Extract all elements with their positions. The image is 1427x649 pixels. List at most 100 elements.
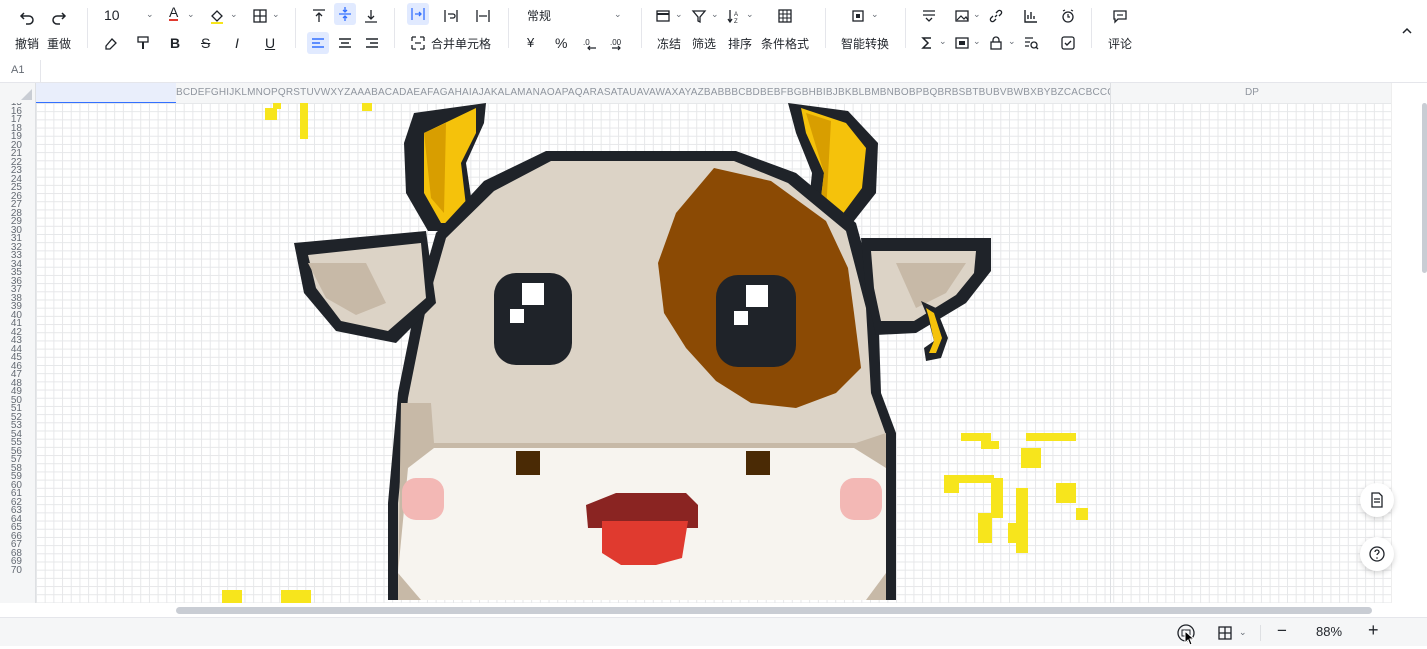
- chevron-down-icon[interactable]: ⌄: [228, 6, 238, 20]
- svg-text:Z: Z: [734, 19, 738, 24]
- sort-icon[interactable]: AZ: [725, 5, 743, 27]
- merge-cells-button[interactable]: 合并单元格: [431, 35, 491, 52]
- chevron-down-icon[interactable]: ⌄: [971, 6, 981, 20]
- font-size-select[interactable]: 10: [104, 7, 120, 23]
- zoom-out-button[interactable]: −: [1277, 621, 1287, 641]
- select-all-corner[interactable]: [0, 83, 36, 103]
- sort-button[interactable]: 排序: [728, 35, 752, 52]
- wrap-overflow-icon[interactable]: [407, 3, 429, 25]
- smart-convert-button[interactable]: 智能转换: [841, 35, 889, 52]
- lock-icon[interactable]: [987, 32, 1005, 54]
- chevron-down-icon[interactable]: ⌄: [869, 6, 879, 20]
- alarm-icon[interactable]: [1059, 5, 1077, 27]
- align-center-icon[interactable]: [334, 32, 356, 54]
- undo-icon[interactable]: [16, 6, 38, 28]
- row-height-icon[interactable]: [920, 5, 938, 27]
- merge-cells-icon[interactable]: [409, 32, 427, 54]
- cell-reference[interactable]: A1: [11, 64, 24, 76]
- freeze-icon[interactable]: [654, 5, 672, 27]
- chevron-down-icon[interactable]: ⌄: [1237, 623, 1247, 638]
- freeze-button[interactable]: 冻结: [657, 35, 681, 52]
- separator: [394, 8, 395, 48]
- sparkle-burst: [1016, 488, 1028, 553]
- align-top-icon[interactable]: [309, 5, 329, 27]
- filter-button[interactable]: 筛选: [692, 35, 716, 52]
- zoom-in-button[interactable]: +: [1368, 620, 1379, 641]
- checkbox-icon[interactable]: [1059, 32, 1077, 54]
- smart-convert-icon[interactable]: [849, 5, 867, 27]
- separator: [1091, 8, 1092, 48]
- sparkle-burst: [961, 433, 991, 441]
- chevron-down-icon[interactable]: ⌄: [185, 6, 195, 20]
- align-right-icon[interactable]: [361, 32, 383, 54]
- zoom-level[interactable]: 88%: [1316, 624, 1342, 639]
- sparkle-burst: [1008, 523, 1028, 543]
- sparkle-dot: [273, 103, 281, 109]
- column-divider: [1110, 103, 1111, 603]
- filter-icon[interactable]: [690, 5, 708, 27]
- comment-icon[interactable]: [1111, 5, 1129, 27]
- separator: [905, 8, 906, 48]
- chevron-down-icon[interactable]: ⌄: [144, 6, 154, 20]
- percent-button[interactable]: %: [555, 35, 567, 51]
- chevron-down-icon[interactable]: ⌄: [673, 6, 683, 20]
- chevron-down-icon[interactable]: ⌄: [612, 6, 622, 20]
- sum-icon[interactable]: [918, 32, 936, 54]
- document-icon: [1371, 492, 1383, 508]
- horizontal-scroll-thumb[interactable]: [176, 607, 1372, 614]
- align-bottom-icon[interactable]: [361, 5, 381, 27]
- comment-button[interactable]: 评论: [1108, 35, 1132, 52]
- currency-button[interactable]: ¥: [527, 35, 534, 50]
- eye-left-highlight-small: [510, 309, 524, 323]
- horizontal-scrollbar[interactable]: [36, 603, 1391, 617]
- document-button[interactable]: [1360, 483, 1394, 517]
- undo-button[interactable]: 撤销: [15, 35, 39, 52]
- strikethrough-button[interactable]: S: [201, 35, 210, 51]
- eye-left-highlight: [522, 283, 544, 305]
- sparkle-dot: [222, 590, 242, 603]
- decrease-decimal-icon[interactable]: .0: [580, 32, 600, 54]
- help-button[interactable]: [1360, 537, 1394, 571]
- conditional-format-icon[interactable]: [776, 5, 794, 27]
- find-icon[interactable]: [1022, 32, 1040, 54]
- clip-text-icon[interactable]: [473, 5, 493, 27]
- cell-image-icon[interactable]: [953, 32, 971, 54]
- vertical-scrollbar[interactable]: [1391, 83, 1427, 603]
- column-a-header[interactable]: [36, 83, 176, 103]
- column-dp-header[interactable]: DP: [1110, 83, 1392, 103]
- grid-view-icon[interactable]: [1217, 625, 1233, 644]
- sparkle-dot: [281, 590, 311, 603]
- spreadsheet-grid[interactable]: [36, 103, 1391, 603]
- number-format-select[interactable]: 常规: [527, 7, 551, 24]
- link-icon[interactable]: [987, 5, 1005, 27]
- align-left-icon[interactable]: [307, 32, 329, 54]
- font-color-button[interactable]: A: [169, 5, 179, 21]
- clear-format-icon[interactable]: [101, 32, 121, 54]
- conditional-format-button[interactable]: 条件格式: [761, 35, 809, 52]
- italic-button[interactable]: I: [235, 35, 239, 51]
- chevron-down-icon[interactable]: ⌄: [971, 33, 981, 47]
- sparkle-burst: [1056, 483, 1076, 503]
- chart-icon[interactable]: [1022, 5, 1040, 27]
- chevron-down-icon[interactable]: ⌄: [270, 6, 280, 20]
- chevron-down-icon[interactable]: ⌄: [937, 33, 947, 47]
- vertical-scroll-thumb[interactable]: [1422, 103, 1427, 273]
- redo-button[interactable]: 重做: [47, 35, 71, 52]
- row-number[interactable]: 70: [0, 565, 22, 575]
- chevron-down-icon[interactable]: ⌄: [744, 6, 754, 20]
- redo-icon[interactable]: [48, 6, 70, 28]
- underline-button[interactable]: U: [265, 35, 275, 51]
- border-icon[interactable]: [251, 5, 269, 27]
- image-icon[interactable]: [953, 5, 971, 27]
- status-bar: ⌄ − 88% +: [0, 617, 1427, 646]
- chevron-down-icon[interactable]: ⌄: [1006, 33, 1016, 47]
- align-middle-icon[interactable]: [334, 3, 356, 25]
- collapse-toolbar-icon[interactable]: [1398, 20, 1416, 42]
- increase-decimal-icon[interactable]: .00: [608, 32, 628, 54]
- wrap-text-icon[interactable]: [441, 5, 461, 27]
- bold-button[interactable]: B: [170, 35, 180, 51]
- formula-bar: A1: [0, 60, 1427, 83]
- format-painter-icon[interactable]: [133, 32, 153, 54]
- chevron-down-icon[interactable]: ⌄: [709, 6, 719, 20]
- fill-color-icon[interactable]: [208, 5, 226, 27]
